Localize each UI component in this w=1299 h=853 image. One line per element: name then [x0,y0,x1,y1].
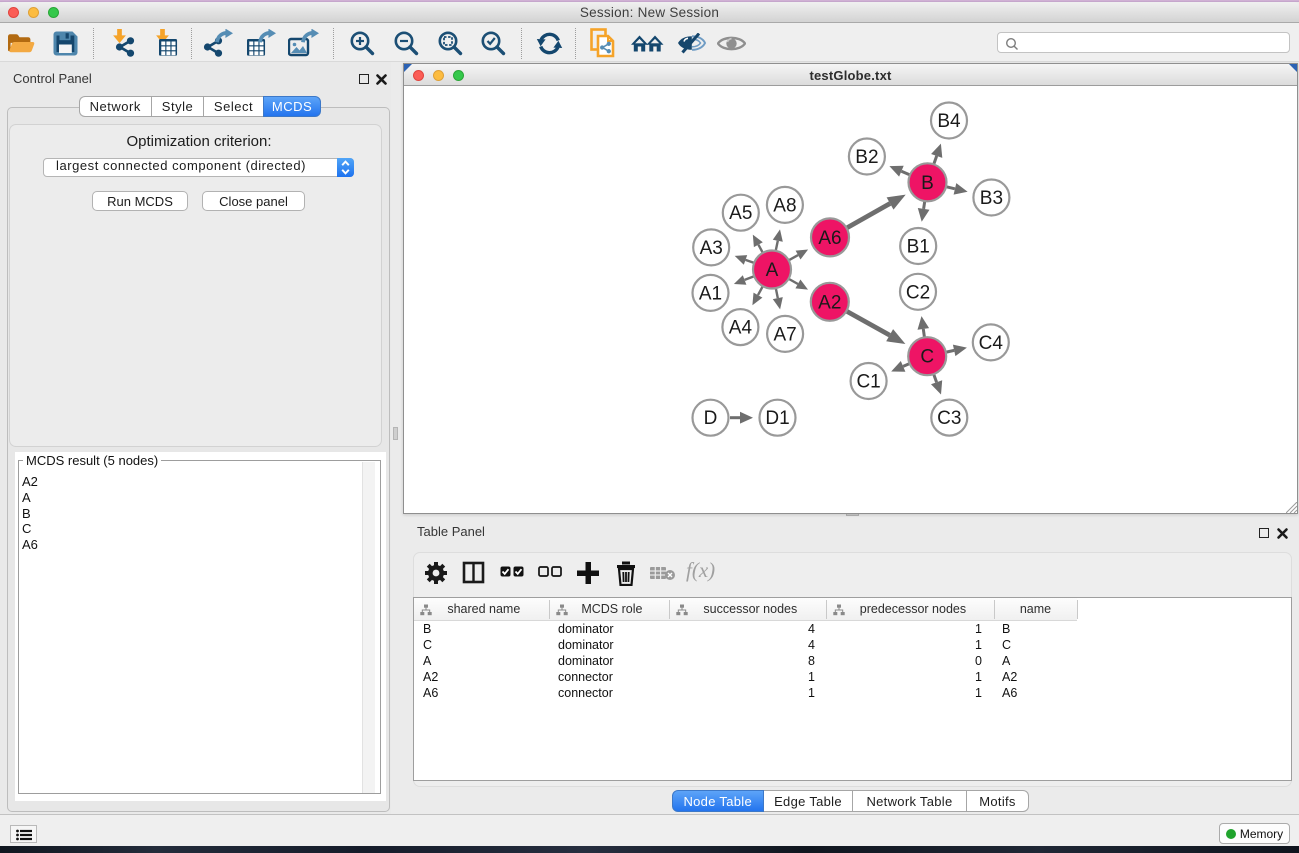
svg-text:C1: C1 [856,372,880,393]
svg-text:B4: B4 [937,111,961,132]
svg-text:A2: A2 [818,292,841,313]
svg-text:B3: B3 [980,188,1003,209]
svg-text:A6: A6 [818,228,841,249]
svg-text:A3: A3 [700,238,723,259]
svg-text:A4: A4 [729,318,753,339]
svg-text:A1: A1 [699,283,722,304]
svg-text:C3: C3 [937,408,961,429]
svg-text:D1: D1 [765,408,789,429]
svg-text:C4: C4 [979,333,1004,354]
svg-text:A8: A8 [773,195,796,216]
svg-text:C2: C2 [906,282,930,303]
svg-text:D: D [704,408,718,429]
svg-text:A5: A5 [729,203,752,224]
svg-text:B2: B2 [855,147,878,168]
svg-text:A: A [766,260,779,281]
svg-text:C: C [920,347,934,368]
svg-text:B1: B1 [907,237,930,258]
svg-text:B: B [921,173,934,194]
svg-text:A7: A7 [773,324,796,345]
